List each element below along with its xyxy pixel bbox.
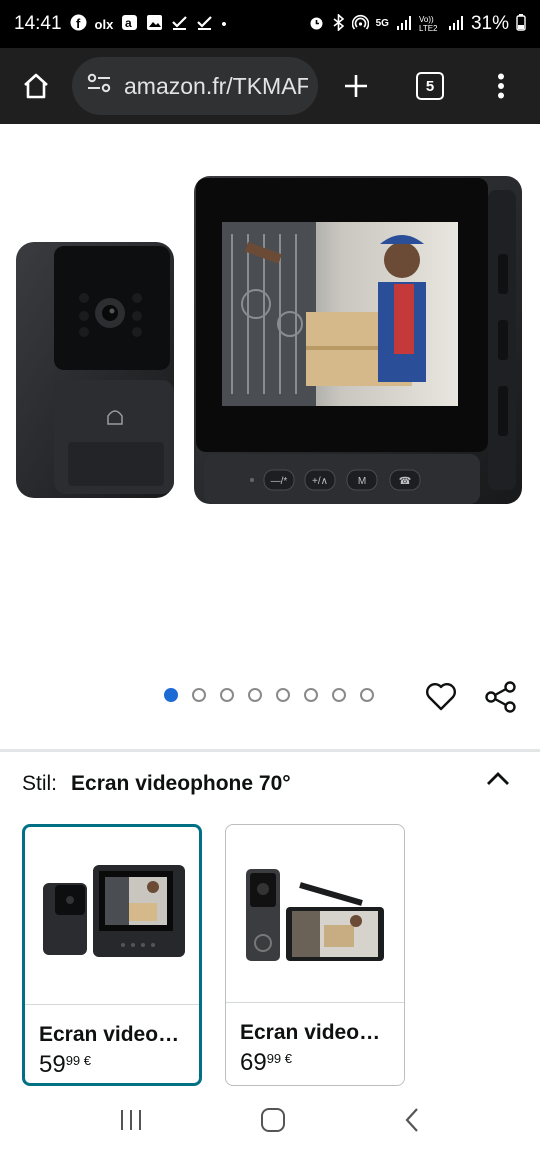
price-currency: €	[83, 1053, 92, 1068]
check-icon	[196, 14, 213, 34]
svg-text:f: f	[76, 16, 81, 31]
image-pagination	[164, 688, 374, 702]
hotspot-icon	[351, 14, 369, 34]
site-settings-icon[interactable]	[86, 72, 112, 100]
pagination-dot[interactable]	[332, 688, 346, 702]
price-whole: 69	[240, 1049, 267, 1076]
variant-thumbnail	[25, 827, 199, 1005]
bluetooth-icon	[332, 13, 345, 34]
chevron-up-icon	[487, 772, 509, 785]
amazon-a-icon: a	[121, 14, 138, 34]
olx-icon: olx	[94, 16, 114, 32]
monitor-unit	[194, 176, 522, 504]
new-tab-button[interactable]	[318, 72, 394, 100]
share-button[interactable]	[484, 680, 518, 714]
signal-icon	[396, 15, 412, 34]
facebook-icon: f	[70, 14, 87, 34]
home-nav-button[interactable]	[260, 1107, 286, 1138]
share-icon	[485, 681, 516, 713]
plus-icon	[345, 75, 367, 97]
pagination-dot[interactable]	[276, 688, 290, 702]
heart-icon	[426, 683, 456, 711]
variant-price: 5999 €	[39, 1051, 199, 1079]
monitor-button-plus: +/∧	[312, 476, 328, 487]
section-divider	[0, 749, 540, 752]
battery-icon	[516, 14, 526, 34]
check-icon	[171, 14, 188, 34]
variant-card-selected[interactable]: Ecran videophone 70° 5999 €	[22, 824, 202, 1086]
variant-title: Ecran videophone	[240, 1021, 390, 1044]
style-selector-header: Stil: Ecran videophone 70°	[22, 772, 291, 796]
price-fraction: 99	[65, 1053, 81, 1068]
product-image: —/* +/∧ M ☎	[16, 176, 522, 504]
variant-title: Ecran videophone 70°	[39, 1023, 185, 1046]
back-button[interactable]	[402, 1107, 422, 1138]
recent-apps-button[interactable]	[118, 1108, 144, 1137]
home-button[interactable]	[0, 48, 72, 124]
pagination-dot[interactable]	[304, 688, 318, 702]
gallery-icon	[146, 14, 163, 34]
pagination-dot[interactable]	[220, 688, 234, 702]
system-navigation-bar	[0, 1086, 540, 1158]
url-text: amazon.fr/TKMAF	[124, 72, 308, 99]
tab-switcher-button[interactable]: 5	[394, 72, 466, 100]
svg-text:a: a	[125, 16, 132, 30]
battery-percent: 31%	[470, 13, 509, 34]
signal-icon	[448, 15, 464, 34]
collapse-style-button[interactable]	[484, 768, 512, 792]
price-fraction: 99	[266, 1051, 282, 1066]
alarm-icon	[308, 14, 325, 34]
tab-count: 5	[416, 72, 444, 100]
style-value: Ecran videophone 70°	[71, 772, 291, 795]
product-image-gallery[interactable]: —/* +/∧ M ☎	[0, 124, 540, 744]
overflow-menu-button[interactable]	[466, 73, 536, 99]
style-label: Stil:	[22, 772, 58, 795]
pagination-dot[interactable]	[192, 688, 206, 702]
browser-toolbar: amazon.fr/TKMAF 5	[0, 48, 540, 124]
address-bar[interactable]: amazon.fr/TKMAF	[72, 57, 318, 115]
home-circle-icon	[261, 1107, 285, 1132]
status-time: 14:41	[14, 13, 62, 34]
volte-icon: Vo)) LTE2	[418, 15, 438, 33]
wishlist-button[interactable]	[424, 680, 458, 714]
variant-price: 6999 €	[240, 1049, 404, 1077]
monitor-button-phone: ☎	[399, 476, 411, 487]
status-bar: 14:41 f olx a • 5G Vo)) LTE2 31%	[0, 0, 540, 48]
recent-apps-icon	[121, 1109, 141, 1130]
pagination-dot[interactable]	[164, 688, 178, 702]
variant-thumbnail	[226, 825, 404, 1003]
doorbell-camera-unit	[16, 242, 174, 498]
variant-card[interactable]: Ecran videophone 6999 €	[225, 824, 405, 1086]
5g-icon: 5G	[375, 18, 389, 29]
back-icon	[405, 1107, 418, 1132]
pagination-dot[interactable]	[248, 688, 262, 702]
home-icon	[24, 73, 48, 99]
monitor-button-minus: —/*	[271, 476, 288, 487]
pagination-dot[interactable]	[360, 688, 374, 702]
more-vert-icon	[498, 73, 504, 99]
price-whole: 59	[39, 1051, 66, 1078]
dot-icon: •	[221, 15, 227, 33]
monitor-button-m: M	[358, 476, 366, 487]
price-currency: €	[284, 1051, 293, 1066]
